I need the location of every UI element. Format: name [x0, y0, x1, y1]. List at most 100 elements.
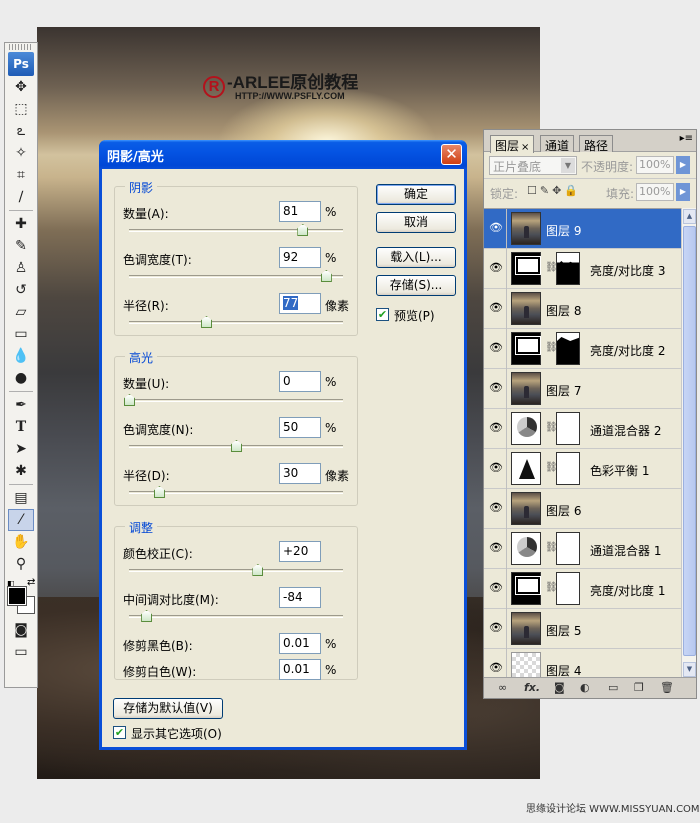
lock-position-icon[interactable]: ✥	[552, 184, 564, 197]
type-icon[interactable]: T	[8, 416, 34, 438]
scroll-down-icon[interactable]: ▼	[683, 662, 696, 677]
slider-thumb[interactable]	[252, 564, 264, 576]
layer-row[interactable]: 👁 ⛓ 亮度/对比度 1	[484, 569, 682, 609]
path-selection-icon[interactable]: ➤	[8, 438, 34, 460]
layer-mask-thumbnail[interactable]	[556, 572, 580, 605]
new-group-icon[interactable]: ▭	[608, 681, 618, 694]
eye-icon[interactable]: 👁	[488, 381, 504, 395]
tab-channels[interactable]: 通道	[540, 135, 575, 153]
layer-row[interactable]: 👁 图层 8	[484, 289, 682, 329]
slider-thumb[interactable]	[320, 270, 332, 282]
eye-icon[interactable]: 👁	[488, 501, 504, 515]
layer-row[interactable]: 👁 图层 4	[484, 649, 682, 678]
close-button[interactable]: ✕	[441, 144, 462, 165]
adjustment-layer-icon[interactable]: ◐	[580, 681, 590, 694]
eyedropper-icon[interactable]: ⁄	[8, 509, 34, 531]
blend-mode-select[interactable]: 正片叠底 ▼	[489, 156, 577, 175]
layer-row[interactable]: 👁 图层 7	[484, 369, 682, 409]
layer-row[interactable]: 👁 图层 9	[484, 209, 682, 249]
add-mask-icon[interactable]: ◙	[554, 681, 565, 694]
marquee-icon[interactable]: ⬚	[8, 98, 34, 120]
slider-thumb[interactable]	[141, 610, 153, 622]
midtone-contrast-input[interactable]: -84	[279, 587, 321, 608]
highlights-tonal-width-input[interactable]: 50	[279, 417, 321, 438]
layer-mask-thumbnail[interactable]	[556, 412, 580, 445]
healing-brush-icon[interactable]: ✚	[8, 213, 34, 235]
layer-row[interactable]: 👁 ⛓ 通道混合器 2	[484, 409, 682, 449]
eye-icon[interactable]: 👁	[488, 221, 504, 235]
opacity-arrow-icon[interactable]: ▶	[676, 156, 690, 174]
cancel-button[interactable]: 取消	[376, 212, 456, 233]
layers-scrollbar[interactable]: ▲ ▼	[681, 208, 696, 678]
shadows-radius-input[interactable]: 77	[279, 293, 321, 314]
lock-pixels-icon[interactable]: ✎	[540, 184, 552, 197]
lock-transparency-icon[interactable]: ☐	[527, 184, 540, 197]
eye-icon[interactable]: 👁	[488, 341, 504, 355]
eye-icon[interactable]: 👁	[488, 661, 504, 675]
crop-icon[interactable]: ⌗	[8, 164, 34, 186]
layer-mask-thumbnail[interactable]	[556, 452, 580, 485]
screen-mode-icon[interactable]: ▭	[8, 641, 34, 663]
gradient-icon[interactable]: ▭	[8, 323, 34, 345]
layer-mask-thumbnail[interactable]	[556, 332, 580, 365]
history-brush-icon[interactable]: ↺	[8, 279, 34, 301]
slider-thumb[interactable]	[297, 224, 309, 236]
highlights-radius-slider[interactable]	[129, 486, 343, 498]
highlights-amount-input[interactable]: 0	[279, 371, 321, 392]
notes-icon[interactable]: ▤	[8, 487, 34, 509]
brush-icon[interactable]: ✎	[8, 235, 34, 257]
swap-colors-icon[interactable]: ⇄	[27, 577, 35, 588]
layer-mask-thumbnail[interactable]	[556, 532, 580, 565]
eye-icon[interactable]: 👁	[488, 581, 504, 595]
slider-thumb[interactable]	[124, 394, 135, 406]
link-layers-icon[interactable]: ∞	[498, 681, 507, 694]
scroll-thumb[interactable]	[683, 226, 696, 656]
opacity-input[interactable]: 100%	[636, 156, 674, 174]
layer-row[interactable]: 👁 ⛓ 色彩平衡 1	[484, 449, 682, 489]
layer-mask-thumbnail[interactable]	[556, 252, 580, 285]
magic-wand-icon[interactable]: ✧	[8, 142, 34, 164]
shadows-tonal-width-slider[interactable]	[129, 270, 343, 282]
fill-arrow-icon[interactable]: ▶	[676, 183, 690, 201]
eye-icon[interactable]: 👁	[488, 621, 504, 635]
black-clip-input[interactable]: 0.01	[279, 633, 321, 654]
lock-all-icon[interactable]: 🔒	[564, 184, 581, 197]
quick-mask-icon[interactable]: ◙	[8, 619, 34, 641]
color-correction-slider[interactable]	[129, 564, 343, 576]
ok-button[interactable]: 确定	[376, 184, 456, 205]
layer-row[interactable]: 👁 图层 6	[484, 489, 682, 529]
layer-row[interactable]: 👁 ⛓ 亮度/对比度 2	[484, 329, 682, 369]
shadows-amount-slider[interactable]	[129, 224, 343, 236]
eye-icon[interactable]: 👁	[488, 421, 504, 435]
pen-icon[interactable]: ✒	[8, 394, 34, 416]
tab-layers[interactable]: 图层 ×	[490, 135, 535, 153]
zoom-icon[interactable]: ⚲	[8, 553, 34, 575]
midtone-contrast-slider[interactable]	[129, 610, 343, 622]
eye-icon[interactable]: 👁	[488, 541, 504, 555]
slider-thumb[interactable]	[231, 440, 242, 452]
color-correction-input[interactable]: +20	[279, 541, 321, 562]
eye-icon[interactable]: 👁	[488, 301, 504, 315]
clone-stamp-icon[interactable]: ♙	[8, 257, 34, 279]
layer-row[interactable]: 👁 ⛓ 亮度/对比度 3	[484, 249, 682, 289]
dialog-titlebar[interactable]: 阴影/高光 ✕	[99, 140, 467, 169]
tab-paths[interactable]: 路径	[579, 135, 614, 153]
show-more-options-checkbox[interactable]: ✔	[113, 726, 126, 739]
foreground-color-swatch[interactable]	[7, 586, 27, 606]
preview-checkbox[interactable]: ✔	[376, 308, 389, 321]
shadows-tonal-width-input[interactable]: 92	[279, 247, 321, 268]
photoshop-logo[interactable]: Ps	[8, 52, 34, 76]
custom-shape-icon[interactable]: ✱	[8, 460, 34, 482]
new-layer-icon[interactable]: ❐	[634, 681, 644, 694]
white-clip-input[interactable]: 0.01	[279, 659, 321, 680]
scroll-up-icon[interactable]: ▲	[683, 209, 696, 224]
slider-thumb[interactable]	[153, 486, 165, 498]
lasso-icon[interactable]: ఽ	[8, 120, 34, 142]
save-defaults-button[interactable]: 存储为默认值(V)	[113, 698, 223, 719]
highlights-amount-slider[interactable]	[124, 394, 343, 406]
shadows-amount-input[interactable]: 81	[279, 201, 321, 222]
slice-icon[interactable]: ∕	[8, 186, 34, 208]
eraser-icon[interactable]: ▱	[8, 301, 34, 323]
fx-icon[interactable]: fx.	[524, 681, 540, 694]
highlights-radius-input[interactable]: 30	[279, 463, 321, 484]
